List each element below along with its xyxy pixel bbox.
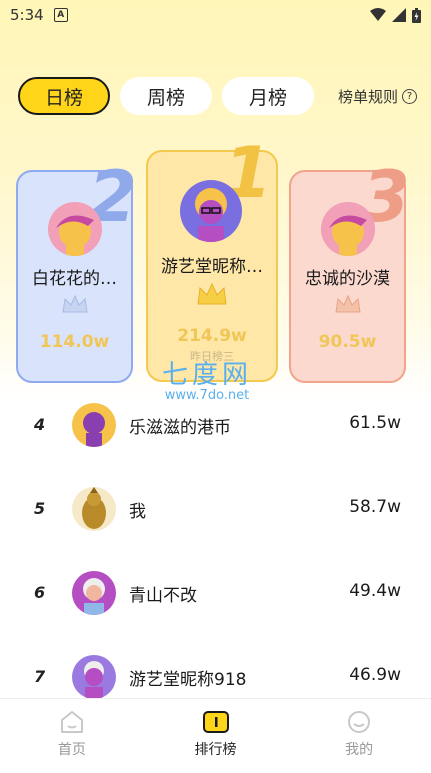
nav-home-label: 首页 [57,742,86,758]
tab-monthly[interactable]: 月榜 [222,77,314,115]
podium-score: 90.5w [318,332,377,352]
nav-profile-label: 我的 [345,742,374,758]
status-time: 5:34 [10,6,44,24]
podium-score: 214.9w [177,326,247,346]
user-name: 我 [129,502,146,522]
bottom-navigation: 首页 排行榜 我的 [0,698,431,773]
podium-card-rank-2[interactable]: 2 白花花的… 114.0w [16,162,137,383]
watermark-title: 七度网 [162,360,253,390]
podium-name: 白花花的… [32,269,117,289]
silver-crown-icon [61,294,89,318]
notification-a-icon: A [53,8,68,22]
status-bar: 5:34 A [0,0,431,30]
avatar [72,655,116,699]
rank-number: 7 [34,667,46,686]
avatar [321,202,375,256]
user-name: 青山不改 [129,586,197,606]
help-icon: ? [402,89,417,104]
wifi-icon [370,8,386,21]
tab-weekly[interactable]: 周榜 [120,77,212,115]
rules-link[interactable]: 榜单规则 ? [338,86,417,107]
podium-name: 忠诚的沙漠 [305,269,390,289]
battery-icon [412,7,421,23]
avatar [48,202,102,256]
avatar [72,571,116,615]
nav-ranking[interactable]: 排行榜 [144,699,288,773]
user-score: 49.4w [349,581,401,601]
bronze-crown-icon [334,294,362,318]
profile-icon [348,711,371,733]
user-score: 61.5w [349,413,401,433]
rank-number: 4 [34,415,46,434]
rules-label: 榜单规则 [337,88,398,106]
avatar [180,180,242,242]
user-name: 乐滋滋的港币 [129,418,231,438]
podium-card-rank-1[interactable]: 1 游艺堂昵称… 214.9w 昨日榜三 [146,138,278,382]
nav-ranking-label: 排行榜 [194,742,237,758]
user-score: 46.9w [349,665,401,685]
nav-profile[interactable]: 我的 [287,699,431,773]
signal-icon [392,8,406,22]
podium-card-rank-3[interactable]: 3 忠诚的沙漠 90.5w [289,162,410,383]
user-score: 58.7w [349,497,401,517]
avatar [72,403,116,447]
rank-number: 6 [34,583,46,602]
list-item[interactable]: 6 青山不改 49.4w [0,565,431,625]
home-icon [60,711,83,733]
gold-crown-icon [196,282,228,310]
list-item[interactable]: 5 我 58.7w [0,481,431,541]
podium-name: 游艺堂昵称… [161,257,263,277]
period-tabs: 日榜 周榜 月榜 [18,77,314,115]
ranking-icon [202,711,229,733]
tab-daily[interactable]: 日榜 [18,77,110,115]
podium-score: 114.0w [39,332,110,352]
list-item[interactable]: 4 乐滋滋的港币 61.5w [0,397,431,457]
rank-number: 5 [34,499,46,518]
avatar [72,487,116,531]
nav-home[interactable]: 首页 [0,699,144,773]
user-name: 游艺堂昵称918 [129,670,247,690]
